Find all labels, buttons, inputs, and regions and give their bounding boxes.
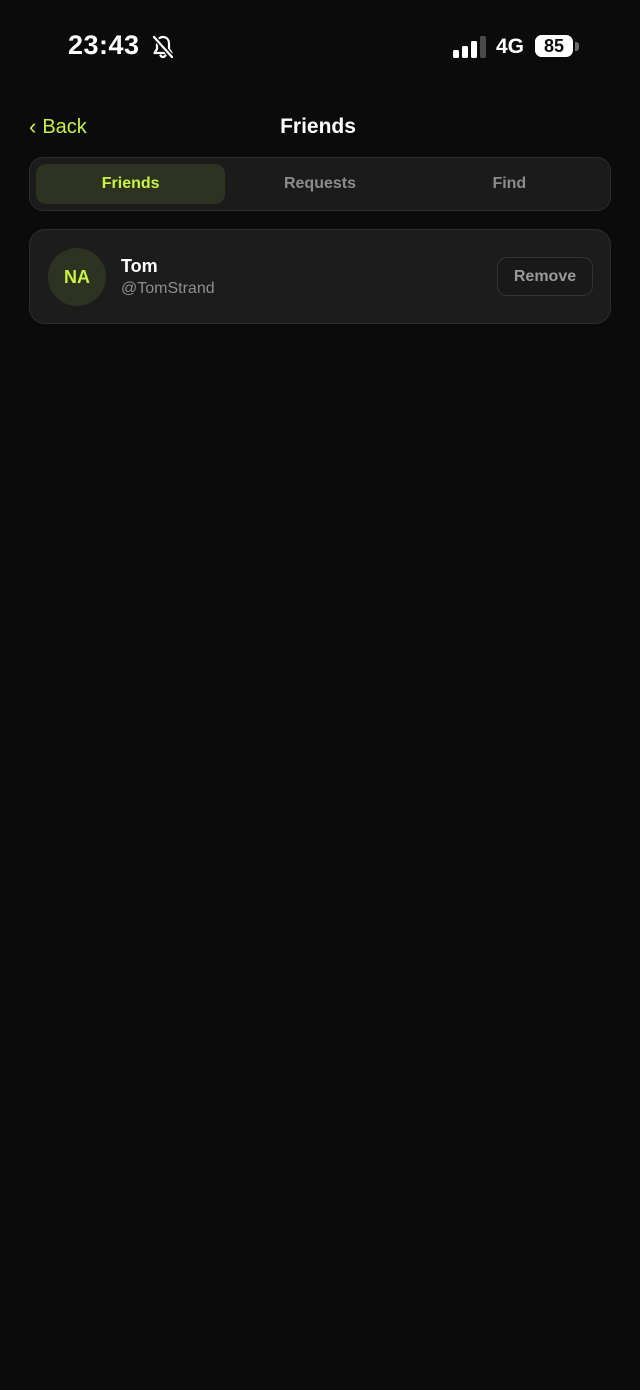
status-time: 23:43: [68, 30, 140, 60]
page-title: Friends: [280, 115, 356, 138]
battery-icon: 85: [535, 35, 573, 57]
battery-percent: 85: [543, 36, 565, 56]
avatar: NA: [48, 248, 106, 306]
cellular-signal-icon: [453, 36, 487, 58]
bell-slash-icon: [151, 34, 175, 60]
status-bar: 23:43 4G 85: [0, 0, 640, 94]
battery-nub: [575, 42, 579, 51]
tab-bar: Friends Requests Find: [29, 157, 611, 211]
tab-friends[interactable]: Friends: [36, 164, 226, 204]
remove-friend-button[interactable]: Remove: [497, 257, 593, 296]
network-type-label: 4G: [496, 35, 525, 58]
tab-requests[interactable]: Requests: [225, 164, 414, 204]
friend-list-item: NA Tom @TomStrand Remove: [29, 229, 611, 324]
friend-handle: @TomStrand: [121, 280, 215, 297]
back-button[interactable]: ‹ Back: [29, 112, 87, 142]
back-label: Back: [42, 115, 87, 138]
chevron-left-icon: ‹: [29, 114, 37, 139]
tab-find[interactable]: Find: [415, 164, 604, 204]
friend-name: Tom: [121, 256, 158, 276]
